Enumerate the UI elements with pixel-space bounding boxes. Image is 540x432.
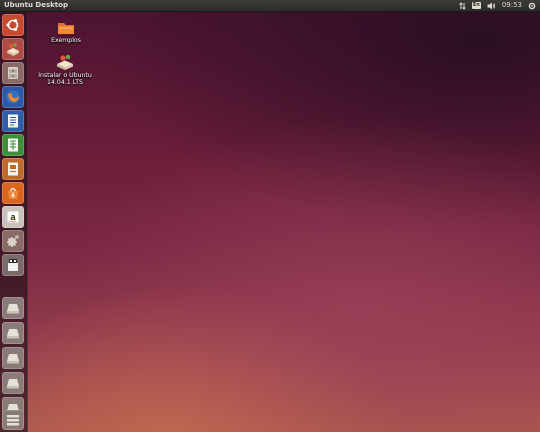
panel-title: Ubuntu Desktop bbox=[4, 1, 68, 9]
stacked-drives-icon bbox=[7, 415, 19, 426]
power-gear-icon[interactable] bbox=[528, 0, 536, 11]
ubuntu-logo-icon bbox=[6, 19, 19, 31]
files-launcher-button[interactable] bbox=[2, 62, 24, 84]
installer-icon bbox=[57, 54, 73, 70]
system-settings-launcher-button[interactable] bbox=[2, 230, 24, 252]
transfer-icon[interactable] bbox=[458, 0, 466, 11]
installer-icon bbox=[7, 43, 19, 56]
drive-icon bbox=[7, 329, 19, 339]
launcher: a bbox=[0, 12, 28, 432]
usb-drive-icon bbox=[8, 259, 18, 271]
software-center-launcher-button[interactable] bbox=[2, 182, 24, 204]
writer-launcher-button[interactable] bbox=[2, 110, 24, 132]
drive-2-launcher-button[interactable] bbox=[2, 322, 24, 344]
desktop-item-exemplos[interactable]: Exemplos bbox=[47, 20, 85, 44]
writer-document-icon bbox=[8, 114, 18, 128]
removable-drive-launcher-button[interactable] bbox=[2, 254, 24, 276]
amazon-icon: a bbox=[7, 211, 19, 223]
indicator-area: En 09:53 bbox=[458, 0, 536, 11]
firefox-launcher-button[interactable] bbox=[2, 86, 24, 108]
installer-launcher-button[interactable] bbox=[2, 38, 24, 60]
drive-3-launcher-button[interactable] bbox=[2, 347, 24, 369]
volume-icon[interactable] bbox=[487, 0, 496, 11]
desktop-item-install-ubuntu[interactable]: Instalar o Ubuntu 14.04.1 LTS bbox=[38, 53, 92, 86]
firefox-icon bbox=[6, 90, 20, 104]
calc-spreadsheet-icon bbox=[8, 138, 18, 152]
keyboard-layout-indicator[interactable]: En bbox=[471, 0, 481, 11]
clock[interactable]: 09:53 bbox=[502, 0, 522, 11]
drive-icon bbox=[7, 379, 19, 389]
desktop-item-label-line2: 14.04.1 LTS bbox=[47, 79, 83, 86]
impress-launcher-button[interactable] bbox=[2, 158, 24, 180]
folder-icon bbox=[58, 23, 74, 34]
keyboard-layout-label: En bbox=[471, 2, 481, 9]
desktop-item-label-line1: Instalar o Ubuntu bbox=[38, 72, 92, 79]
drive-1-launcher-button[interactable] bbox=[2, 297, 24, 319]
dash-home-button[interactable] bbox=[2, 14, 24, 36]
drive-4-launcher-button[interactable] bbox=[2, 372, 24, 394]
amazon-launcher-button[interactable]: a bbox=[2, 206, 24, 228]
impress-presentation-icon bbox=[8, 162, 18, 176]
file-cabinet-icon bbox=[8, 67, 18, 79]
drive-icon bbox=[7, 304, 19, 314]
top-panel: Ubuntu Desktop En 09:53 bbox=[0, 0, 540, 12]
calc-launcher-button[interactable] bbox=[2, 134, 24, 156]
stacked-drives-launcher-button[interactable] bbox=[2, 410, 24, 430]
gear-icon bbox=[7, 235, 19, 247]
software-center-icon bbox=[8, 187, 18, 199]
drive-icon bbox=[7, 354, 19, 364]
desktop-item-label: Exemplos bbox=[51, 37, 81, 44]
